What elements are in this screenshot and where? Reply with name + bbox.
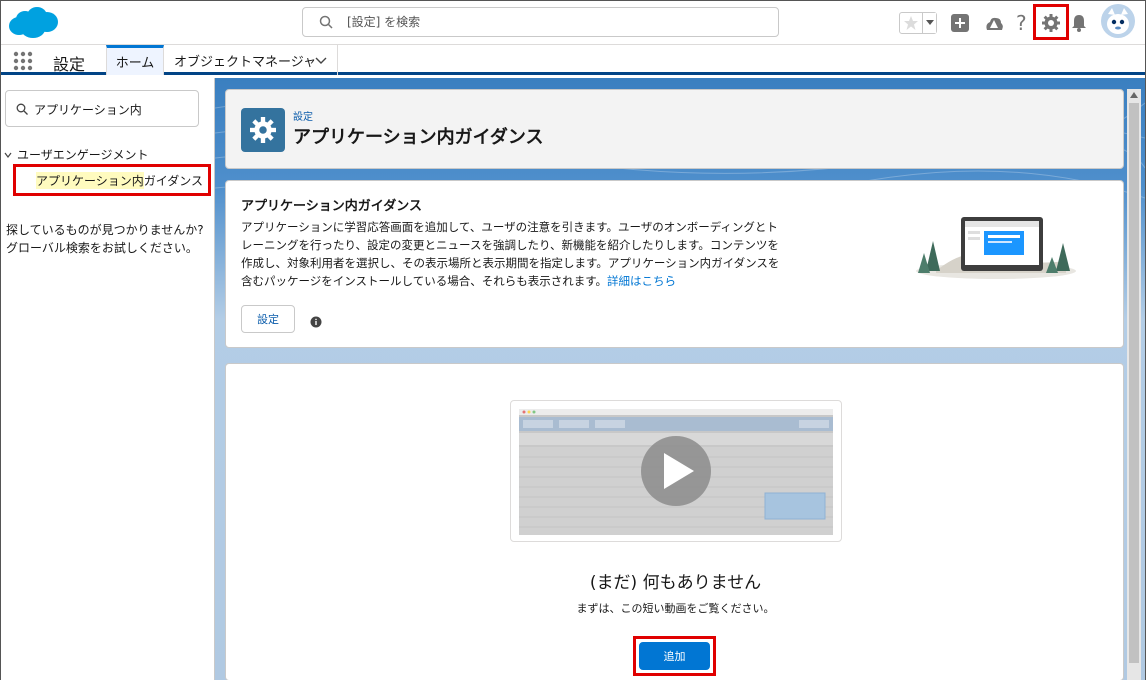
settings-button[interactable]: 設定 [241, 305, 295, 333]
quick-find-box[interactable] [5, 90, 199, 127]
info-card: アプリケーション内ガイダンス アプリケーションに学習応答画面を追加して、ユーザの… [225, 180, 1124, 348]
app-name: 設定 [53, 55, 86, 74]
setup-sidebar: ユーザエンゲージメント アプリケーション内ガイダンス 探しているものが見つかりま… [1, 78, 215, 680]
info-card-title: アプリケーション内ガイダンス [241, 199, 422, 214]
favorite-star-icon[interactable] [900, 13, 922, 33]
page-title: アプリケーション内ガイダンス [293, 127, 544, 148]
description-text: アプリケーションに学習応答画面を追加して、ユーザの注意を引きます。ユーザのオンボ… [241, 220, 780, 288]
tab-object-manager-label: オブジェクトマネージャ [174, 54, 317, 70]
search-icon [319, 15, 333, 29]
svg-text:?: ? [1016, 13, 1027, 33]
notifications-bell-icon[interactable] [1068, 12, 1090, 34]
user-avatar[interactable] [1101, 4, 1135, 38]
info-card-description: アプリケーションに学習応答画面を追加して、ユーザの注意を引きます。ユーザのオンボ… [241, 218, 781, 290]
page-header: 設定 アプリケーション内ガイダンス [225, 89, 1124, 169]
help-icon[interactable]: ? [1011, 12, 1033, 34]
scroll-thumb[interactable] [1129, 103, 1139, 663]
add-button[interactable]: 追加 [639, 642, 710, 670]
add-button-highlight: 追加 [633, 636, 716, 676]
tree-group-user-engagement[interactable]: ユーザエンゲージメント [4, 146, 149, 163]
chevron-down-icon[interactable] [4, 151, 12, 159]
favorites-group [899, 12, 937, 34]
global-search-input[interactable] [347, 12, 767, 32]
setup-gear-icon[interactable] [1040, 12, 1062, 34]
tab-home[interactable]: ホーム [106, 45, 164, 75]
global-actions-icon[interactable] [949, 12, 971, 34]
chevron-down-icon[interactable] [315, 54, 327, 66]
context-bar: 設定 ホーム オブジェクトマネージャ [1, 45, 1145, 75]
info-icon[interactable] [310, 316, 322, 328]
sidebar-item-in-app-guidance[interactable]: アプリケーション内 ガイダンス [13, 164, 211, 196]
trailhead-icon[interactable] [983, 12, 1005, 34]
global-search[interactable] [302, 7, 779, 37]
video-thumbnail[interactable] [510, 400, 842, 542]
learn-more-link[interactable]: 詳細はこちら [607, 274, 676, 288]
global-header: ? [1, 1, 1145, 45]
video-preview [519, 409, 833, 535]
favorites-dropdown-icon[interactable] [922, 13, 936, 33]
sidebar-help-text: 探しているものが見つかりませんか? グローバル検索をお試しください。 [6, 223, 204, 255]
illustration-laptop-icon [916, 217, 1076, 279]
tree-item-highlight: アプリケーション内 [35, 171, 144, 189]
app-launcher-icon[interactable] [13, 51, 33, 71]
tree-item-rest: ガイダンス [143, 173, 203, 188]
main-scrollbar[interactable] [1127, 89, 1141, 680]
quick-find-input[interactable] [34, 99, 194, 119]
gear-icon [241, 108, 285, 152]
empty-state-title: (まだ) 何もありません [589, 573, 762, 593]
scroll-up-arrow-icon[interactable] [1130, 91, 1138, 99]
tree-group-label: ユーザエンゲージメント [17, 148, 149, 162]
salesforce-logo-icon[interactable] [7, 5, 59, 41]
empty-state-card: (まだ) 何もありません まずは、この短い動画をご覧ください。 追加 [225, 363, 1124, 680]
breadcrumb[interactable]: 設定 [293, 108, 313, 123]
tab-object-manager[interactable]: オブジェクトマネージャ [164, 45, 338, 75]
search-icon [16, 103, 28, 115]
empty-state-subtitle: まずは、この短い動画をご覧ください。 [576, 602, 775, 615]
